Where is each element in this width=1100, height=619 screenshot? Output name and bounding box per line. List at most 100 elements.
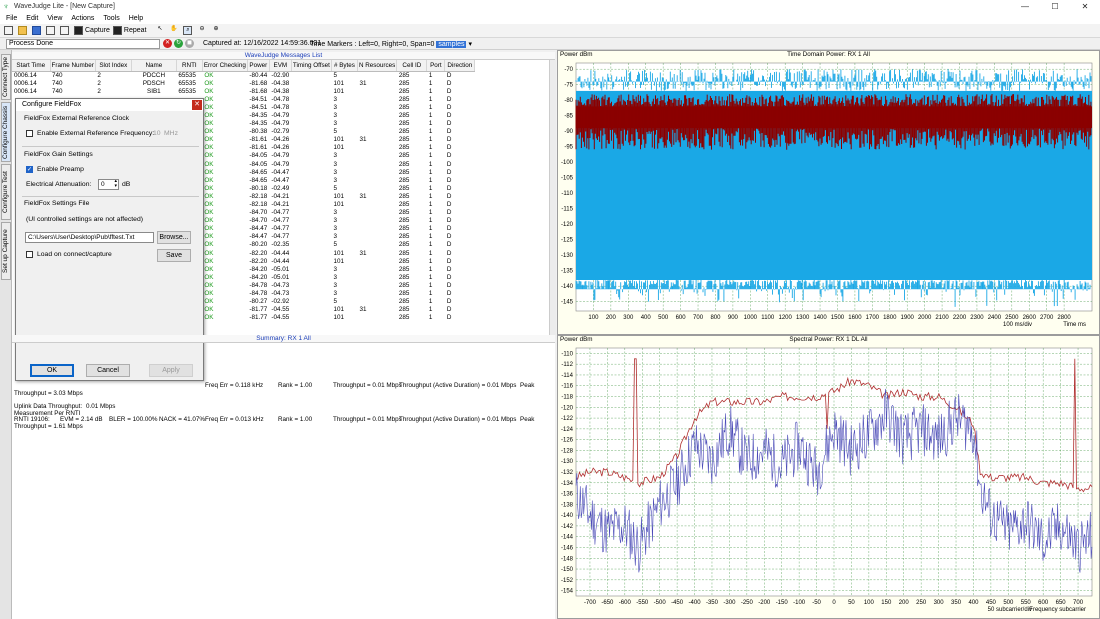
table-cell: 740 [52,87,63,95]
x-tick-label: 1000 [744,315,758,321]
apply-button[interactable]: Apply [149,364,193,377]
column-header[interactable]: Frame Number [50,60,96,72]
table-cell [357,201,396,209]
maximize-button[interactable]: ☐ [1040,0,1070,13]
dialog-title: Configure FieldFox [16,99,203,111]
new-button[interactable] [4,26,15,35]
column-header[interactable]: Name [131,60,177,72]
table-cell: D [446,306,452,314]
x-tick-label: -550 [636,600,649,606]
save-toolbar-button[interactable] [32,26,43,35]
column-header[interactable]: N Resources [357,60,398,72]
tab-configure-test[interactable]: Configure Test [1,164,11,220]
table-cell: OK [204,249,214,257]
settings-toolbar-button[interactable] [60,26,71,35]
hand-tool[interactable]: ✋ [169,26,180,35]
table-cell: D [446,168,452,176]
chevron-down-icon[interactable]: ▾ [468,41,472,48]
toolbar: Capture Repeat ↖ ✋ ⌕ ⊖ ⊕ [0,24,1100,38]
ext-ref-value[interactable]: 10 [153,130,161,137]
tab-configure-chassis[interactable]: Configure Chassis [1,102,11,162]
browse-button[interactable]: Browse... [157,231,191,244]
menu-help[interactable]: Help [129,15,143,22]
column-header[interactable]: Slot Index [95,60,132,72]
preamp-checkbox[interactable]: ✓ [26,166,33,173]
table-cell: -81.77 [249,306,268,314]
x-tick-label: 2300 [970,315,984,321]
atten-stepper[interactable]: 0 ▴ ▾ [98,179,119,190]
menu-tools[interactable]: Tools [103,15,119,22]
time-domain-plot[interactable]: -70 -75 -80 -85 -90 -95 -100 -105 -110 -115 -120 -1… [558,59,1099,334]
table-row[interactable]: 0006.14 740 2 PDSCH 65535 OK -81.68 -04.38 101 31… [12,80,475,88]
column-header[interactable]: Timing Offset [291,60,332,72]
pause-icon[interactable]: ◼ [185,39,194,48]
table-cell: OK [204,184,214,192]
table-cell [357,314,396,322]
table-cell: D [446,144,452,152]
column-header[interactable]: Error Checking [202,60,248,72]
open-button[interactable] [18,26,29,35]
ok-button[interactable]: OK [30,364,74,377]
column-header[interactable]: Start Time [12,60,51,72]
zoom-out-dropdown[interactable]: ⊖ [197,26,208,35]
column-header[interactable]: Power [247,60,270,72]
time-markers: Time Markers : Left=0, Right=0, Span=0 s… [310,40,472,48]
table-cell: 3 [333,217,337,225]
table-row[interactable]: 0006.14 740 2 SIB1 65535 OK -81.68 -04.38 101 285… [12,88,475,96]
column-header[interactable]: EVM [269,60,292,72]
column-header[interactable]: RNTI [176,60,203,72]
close-button[interactable]: ✕ [1070,0,1100,13]
menu-view[interactable]: View [47,15,62,22]
span-unit-select[interactable]: samples [436,41,467,48]
table-cell: 3 [333,95,337,103]
time-markers-text: Time Markers : Left=0, Right=0, Span=0 [310,41,435,48]
column-header[interactable]: Cell ID [396,60,428,72]
tab-connect-type[interactable]: Connect Type [1,54,11,100]
minimize-button[interactable]: — [1010,0,1040,13]
spinner-icon[interactable]: ▴ ▾ [114,180,117,189]
pointer-tool[interactable]: ↖ [155,26,166,35]
ext-ref-checkbox[interactable] [26,130,33,137]
repeat-button[interactable]: Repeat [112,26,146,35]
save-button[interactable]: Save [157,249,191,262]
file-path-input[interactable]: C:\Users\User\Desktop\Pub\fftest.Txt [25,232,154,243]
table-cell: 101 [333,136,344,144]
y-tick-label: -130 [561,253,574,259]
dialog-close-button[interactable]: ✕ [192,100,202,110]
table-cell: 285 [398,225,410,233]
export-button[interactable] [46,26,57,35]
refresh-icon[interactable]: ↻ [174,39,183,48]
column-header[interactable]: # Bytes [331,60,358,72]
table-row[interactable]: 0006.14 740 2 PDCCH 65535 OK -80.44 -02.90 5 285 1… [12,71,475,80]
table-cell: OK [204,306,214,314]
cancel-button[interactable]: Cancel [86,364,130,377]
table-cell [357,274,396,282]
table-cell: 101 [333,314,344,322]
x-tick-label: 900 [728,315,739,321]
table-cell: 1 [428,265,433,273]
menu-actions[interactable]: Actions [71,15,94,22]
x-tick-label: 0 [832,600,836,606]
table-cell: -02.49 [271,184,290,192]
menu-file[interactable]: File [6,15,17,22]
summary-rnti-throughput-active: Throughput (Active Duration) = 0.01 Mbps [399,416,517,423]
x-tick-label: -50 [812,600,821,606]
section-gain: FieldFox Gain Settings [24,151,93,158]
spectral-plot[interactable]: -110 -112 -114 -116 -118 -120 -122 -124 -126 -128… [558,344,1099,618]
table-cell [291,217,331,225]
stop-icon[interactable]: ✕ [163,39,172,48]
table-cell: 3 [333,120,337,128]
table-cell: 31 [359,249,367,257]
menu-edit[interactable]: Edit [26,15,38,22]
load-on-connect-checkbox[interactable] [26,251,33,258]
zoom-tool[interactable]: ⌕ [183,26,194,35]
capture-button[interactable]: Capture [74,26,110,35]
column-header[interactable]: Direction [444,60,476,72]
tab-setup-capture[interactable]: Set up Capture [1,222,11,280]
messages-scrollbar[interactable] [549,60,556,335]
table-cell: 101 [333,87,344,95]
y-tick-label: -70 [564,67,573,73]
zoom-in-dropdown[interactable]: ⊕ [211,26,222,35]
table-cell: 285 [398,120,410,128]
column-header[interactable]: Port [426,60,446,72]
